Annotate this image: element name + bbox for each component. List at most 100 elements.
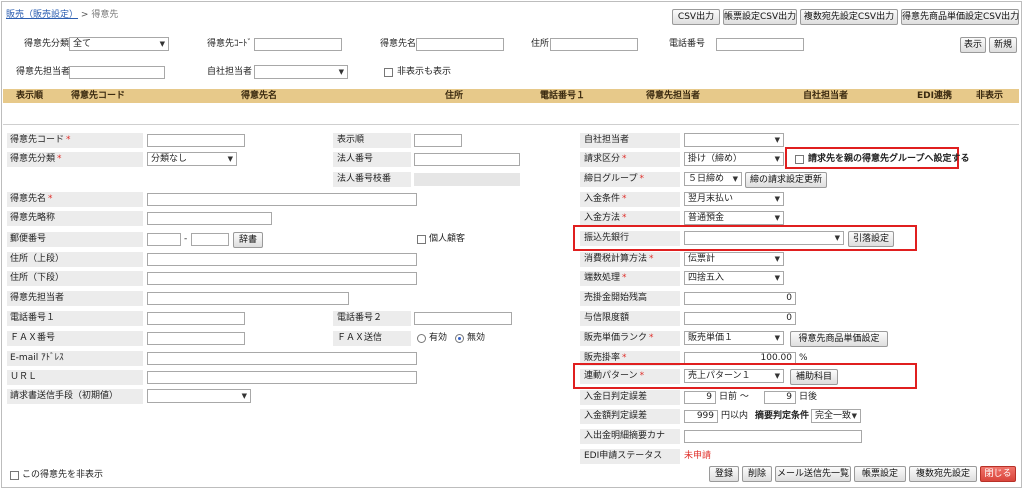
multi-dest-setting-button[interactable]: 複数宛先設定 xyxy=(909,466,977,482)
payment-method-value: 普通預金 xyxy=(688,213,725,223)
parent-group-checkbox[interactable] xyxy=(795,155,804,164)
search-category-value: 全て xyxy=(73,39,92,49)
rounding-select[interactable]: 四捨五入 ▼ xyxy=(684,271,784,285)
search-code-input[interactable] xyxy=(254,38,342,51)
address1-input[interactable] xyxy=(147,253,417,266)
chevron-down-icon: ▼ xyxy=(241,392,247,400)
price-rank-select[interactable]: 販売単価１ ▼ xyxy=(684,331,784,345)
divider xyxy=(3,124,1019,125)
csv-export-button[interactable]: CSV出力 xyxy=(672,9,720,25)
client-staff-label: 得意先担当者 xyxy=(10,293,65,303)
withdraw-setting-button[interactable]: 引落設定 xyxy=(848,231,894,247)
search-client-staff-input[interactable] xyxy=(69,66,165,79)
search-name-input[interactable] xyxy=(416,38,504,51)
zip-label: 郵便番号 xyxy=(10,234,47,244)
pay-date-tol-label: 入金日判定誤差 xyxy=(584,392,648,402)
column-client-staff: 得意先担当者 xyxy=(646,91,701,101)
column-order: 表示順 xyxy=(16,91,44,101)
register-button[interactable]: 登録 xyxy=(709,466,739,482)
address2-input[interactable] xyxy=(147,272,417,285)
breadcrumb-current: 得意先 xyxy=(91,10,119,20)
tel1-input[interactable] xyxy=(147,312,245,325)
hide-client-checkbox[interactable] xyxy=(10,471,19,480)
payment-method-select[interactable]: 普通預金 ▼ xyxy=(684,211,784,225)
fax-disabled-radio[interactable] xyxy=(455,334,464,343)
pay-date-before-input[interactable]: 9 xyxy=(684,391,716,404)
price-rank-value: 販売単価１ xyxy=(688,333,734,343)
payment-cond-select[interactable]: 翌月末払い ▼ xyxy=(684,192,784,206)
billing-select[interactable]: 掛け（締め） ▼ xyxy=(684,152,784,166)
closing-group-select[interactable]: ５日締め ▼ xyxy=(684,172,742,186)
code-input[interactable] xyxy=(147,134,245,147)
edi-status-label: EDI申請ステータス xyxy=(584,451,663,461)
short-name-input[interactable] xyxy=(147,212,272,225)
pay-amount-input[interactable]: 999 xyxy=(684,410,718,423)
show-button[interactable]: 表示 xyxy=(960,37,986,53)
fax-input[interactable] xyxy=(147,332,245,345)
required-mark: * xyxy=(622,194,627,204)
ar-balance-input[interactable]: 0 xyxy=(684,292,796,305)
multi-dest-csv-export-button[interactable]: 複数宛先設定CSV出力 xyxy=(800,9,898,25)
ar-balance-label: 売掛金開始残高 xyxy=(584,293,648,303)
category-label-text: 得意先分類 xyxy=(10,154,56,164)
invoice-method-select[interactable]: ▼ xyxy=(147,389,251,403)
corp-no-input[interactable] xyxy=(414,153,520,166)
pay-date-after-unit: 日後 xyxy=(799,392,818,402)
chevron-down-icon: ▼ xyxy=(774,334,780,342)
search-address-input[interactable] xyxy=(550,38,638,51)
category-select[interactable]: 分類なし ▼ xyxy=(147,152,237,166)
price-setting-button[interactable]: 得意先商品単価設定 xyxy=(790,331,888,347)
dictionary-button[interactable]: 辞書 xyxy=(233,232,263,248)
link-pattern-select[interactable]: 売上パターン１ ▼ xyxy=(684,369,784,383)
name-input[interactable] xyxy=(147,193,417,206)
column-address: 住所 xyxy=(445,91,464,101)
chevron-down-icon: ▼ xyxy=(774,255,780,263)
search-phone-input[interactable] xyxy=(716,38,804,51)
credit-label: 与信限度額 xyxy=(584,313,630,323)
invoice-method-label: 請求書送信手段（初期値） xyxy=(10,391,119,401)
tel2-input[interactable] xyxy=(414,312,512,325)
code-label: 得意先コード * xyxy=(10,134,71,146)
price-csv-export-button[interactable]: 得意先商品単価設定CSV出力 xyxy=(901,9,1019,25)
url-input[interactable] xyxy=(147,371,417,384)
breadcrumb-parent-link[interactable]: 販売（販売設定） xyxy=(6,10,78,20)
payment-cond-label-text: 入金条件 xyxy=(584,194,621,204)
pay-date-after-input[interactable]: 9 xyxy=(764,391,796,404)
summary-cond-select[interactable]: 完全一致 ▼ xyxy=(811,409,861,423)
fax-enabled-radio[interactable] xyxy=(417,334,426,343)
order-input[interactable] xyxy=(414,134,462,147)
name-label-text: 得意先名 xyxy=(10,194,47,204)
close-button[interactable]: 閉じる xyxy=(980,466,1016,482)
email-input[interactable] xyxy=(147,352,417,365)
pay-amount-unit: 円以内 xyxy=(721,411,749,421)
zip-second-input[interactable] xyxy=(191,233,229,246)
closing-update-button[interactable]: 締の請求設定更新 xyxy=(745,172,827,188)
breadcrumb-separator: > xyxy=(80,10,89,20)
fax-label: ＦＡＸ番号 xyxy=(10,333,56,343)
form-setting-button[interactable]: 帳票設定 xyxy=(854,466,906,482)
show-hidden-checkbox[interactable] xyxy=(384,68,393,77)
bank-select[interactable]: ▼ xyxy=(684,231,844,245)
hide-client-label: この得意先を非表示 xyxy=(22,470,104,480)
zip-first-input[interactable] xyxy=(147,233,181,246)
summary-kana-input[interactable] xyxy=(684,430,862,443)
search-own-staff-select[interactable]: ▼ xyxy=(254,65,348,79)
pay-date-before-unit: 日前 ～ xyxy=(719,392,749,402)
form-csv-export-button[interactable]: 帳票設定CSV出力 xyxy=(723,9,797,25)
tax-calc-select[interactable]: 伝票計 ▼ xyxy=(684,252,784,266)
new-button[interactable]: 新規 xyxy=(989,37,1017,53)
own-staff-select[interactable]: ▼ xyxy=(684,133,784,147)
client-staff-input[interactable] xyxy=(147,292,349,305)
column-code: 得意先コード xyxy=(71,91,126,101)
search-own-staff-label: 自社担当者 xyxy=(207,67,253,77)
individual-checkbox[interactable] xyxy=(417,235,426,244)
required-mark: * xyxy=(48,194,53,204)
sub-account-button[interactable]: 補助科目 xyxy=(790,369,838,385)
mail-list-button[interactable]: メール送信先一覧 xyxy=(775,466,851,482)
fax-enabled-label: 有効 xyxy=(429,333,448,343)
credit-input[interactable]: 0 xyxy=(684,312,796,325)
search-category-select[interactable]: 全て ▼ xyxy=(69,37,169,51)
required-mark: * xyxy=(622,273,627,283)
delete-button[interactable]: 削除 xyxy=(742,466,772,482)
column-hidden: 非表示 xyxy=(976,91,1004,101)
